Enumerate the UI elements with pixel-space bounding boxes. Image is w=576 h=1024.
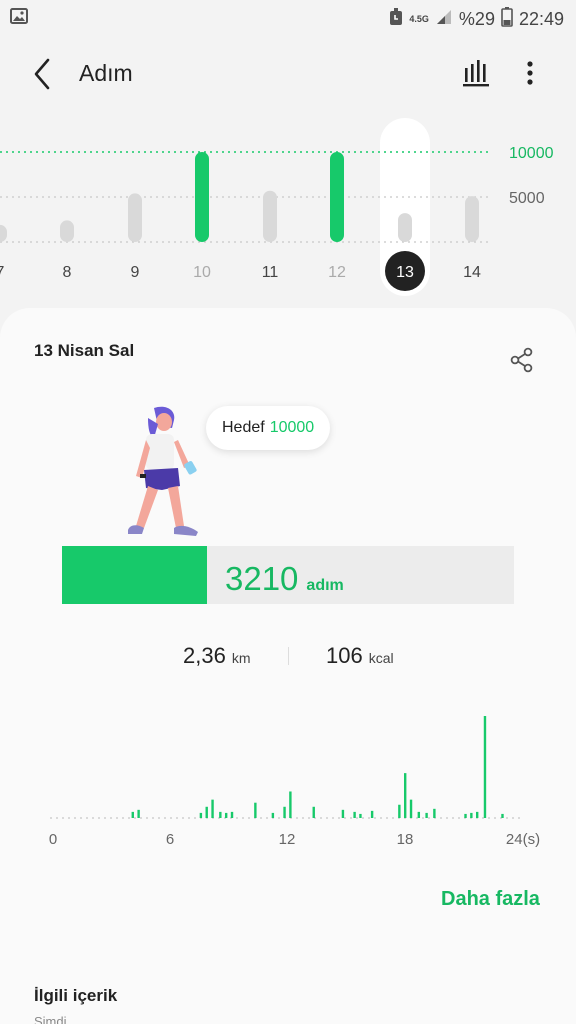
- distance-stat: 2,36 km: [183, 643, 251, 669]
- steps-value: 3210: [225, 560, 299, 597]
- more-vert-icon: [527, 61, 533, 85]
- hourly-bar: [341, 809, 345, 818]
- hourly-bar: [211, 799, 214, 818]
- more-link[interactable]: Daha fazla: [441, 888, 540, 911]
- weekly-steps-chart: 10000 5000 7 8 9 10 11 12 13 14: [0, 112, 576, 302]
- hourly-bar: [131, 811, 134, 818]
- hourly-steps-chart: 0 6 12 18 24(s): [0, 700, 576, 860]
- weekly-chart-svg: 10000 5000 7 8 9 10 11 12 13 14: [0, 118, 554, 296]
- hourly-bar: [470, 812, 473, 818]
- day-bar-9[interactable]: [128, 193, 142, 242]
- hourly-bar: [464, 813, 467, 818]
- hourly-bar: [289, 791, 292, 818]
- day-bar-14[interactable]: [465, 196, 479, 242]
- hourly-bar: [353, 811, 356, 818]
- day-label-9[interactable]: 9: [131, 264, 140, 281]
- hourly-bar: [219, 811, 222, 818]
- page-title: Adım: [79, 60, 133, 86]
- day-bar-12[interactable]: [330, 152, 344, 242]
- app-bar: Adım: [0, 36, 576, 112]
- hourly-bar: [224, 812, 228, 818]
- hourly-bar: [398, 804, 401, 818]
- hourly-bar: [425, 812, 428, 818]
- day-detail-card: 13 Nisan Sal Hedef 10000 3210 adım 2,36 …: [0, 308, 576, 1024]
- goal-axis-label: 10000: [509, 145, 554, 162]
- day-label-10[interactable]: 10: [193, 264, 211, 281]
- goal-value: 10000: [269, 419, 315, 436]
- stats-row: 2,36 km 106 kcal: [0, 643, 576, 673]
- alarm-icon: [389, 8, 403, 31]
- hourly-bar: [199, 812, 203, 818]
- day-label-8[interactable]: 8: [63, 264, 72, 281]
- hourly-bar: [403, 773, 407, 818]
- goal-label: Hedef: [222, 419, 265, 436]
- hourly-bar: [409, 799, 413, 818]
- hourly-axis-label: 18: [397, 831, 414, 848]
- hourly-bar: [205, 806, 208, 818]
- hourly-bar: [254, 802, 257, 818]
- calories-unit: kcal: [368, 650, 394, 666]
- day-bar-7[interactable]: [0, 224, 7, 242]
- day-label-13[interactable]: 13: [396, 264, 414, 281]
- hourly-bar: [483, 716, 487, 818]
- hourly-bar: [230, 811, 234, 818]
- day-bar-8[interactable]: [60, 220, 74, 242]
- steps-unit: adım: [306, 577, 344, 594]
- stats-divider: [288, 647, 289, 665]
- steps-progress-fill: [62, 546, 208, 604]
- day-bar-13[interactable]: [398, 213, 412, 242]
- gallery-notification-icon: [10, 8, 28, 29]
- hourly-bar: [417, 811, 421, 818]
- hourly-bar: [312, 806, 315, 818]
- hourly-axis-label: 6: [166, 831, 174, 848]
- hourly-bar: [501, 813, 504, 818]
- hourly-axis-label: 24(s): [506, 831, 540, 848]
- steps-count: 3210 adım: [225, 560, 344, 598]
- back-button[interactable]: [28, 56, 60, 92]
- calories-value: 106: [326, 643, 363, 668]
- clock: 22:49: [518, 9, 564, 29]
- day-bar-11[interactable]: [263, 190, 277, 242]
- hourly-bar: [433, 808, 436, 818]
- calories-stat: 106 kcal: [326, 643, 394, 669]
- day-bar-10[interactable]: [195, 152, 209, 242]
- network-type: 4.5G: [409, 14, 429, 24]
- day-label-14[interactable]: 14: [463, 264, 481, 281]
- walking-woman-illustration: [128, 406, 198, 536]
- hourly-bar: [370, 810, 374, 818]
- related-content-subtitle: Şimdi: [34, 1014, 67, 1024]
- day-label-12[interactable]: 12: [328, 264, 346, 281]
- selected-date: 13 Nisan Sal: [34, 341, 135, 360]
- bar-chart-icon: [463, 60, 489, 87]
- goal-bubble: Hedef 10000: [206, 406, 331, 450]
- battery-percent: %29: [458, 9, 495, 29]
- distance-value: 2,36: [183, 643, 226, 668]
- hourly-bar: [271, 812, 275, 818]
- chart-view-button[interactable]: [460, 56, 492, 90]
- hourly-bar: [359, 813, 362, 818]
- hourly-chart-svg: 0 6 12 18 24(s): [49, 716, 540, 848]
- share-button[interactable]: [508, 346, 536, 374]
- hourly-axis-label: 12: [279, 831, 296, 848]
- chevron-left-icon: [34, 58, 50, 90]
- share-icon: [510, 347, 533, 373]
- more-options-button[interactable]: [516, 56, 544, 90]
- distance-unit: km: [231, 650, 251, 666]
- mid-axis-label: 5000: [509, 190, 545, 207]
- signal-icon: [435, 9, 453, 30]
- battery-icon: [501, 7, 513, 32]
- status-bar: 4.5G %29 22:49: [0, 0, 576, 36]
- hourly-axis-label: 0: [49, 831, 57, 848]
- hourly-bar: [137, 809, 140, 818]
- day-label-7[interactable]: 7: [0, 264, 5, 281]
- related-content-title: İlgili içerik: [34, 986, 118, 1005]
- hourly-bar: [283, 806, 286, 818]
- hourly-bar: [475, 811, 479, 818]
- day-label-11[interactable]: 11: [262, 264, 279, 281]
